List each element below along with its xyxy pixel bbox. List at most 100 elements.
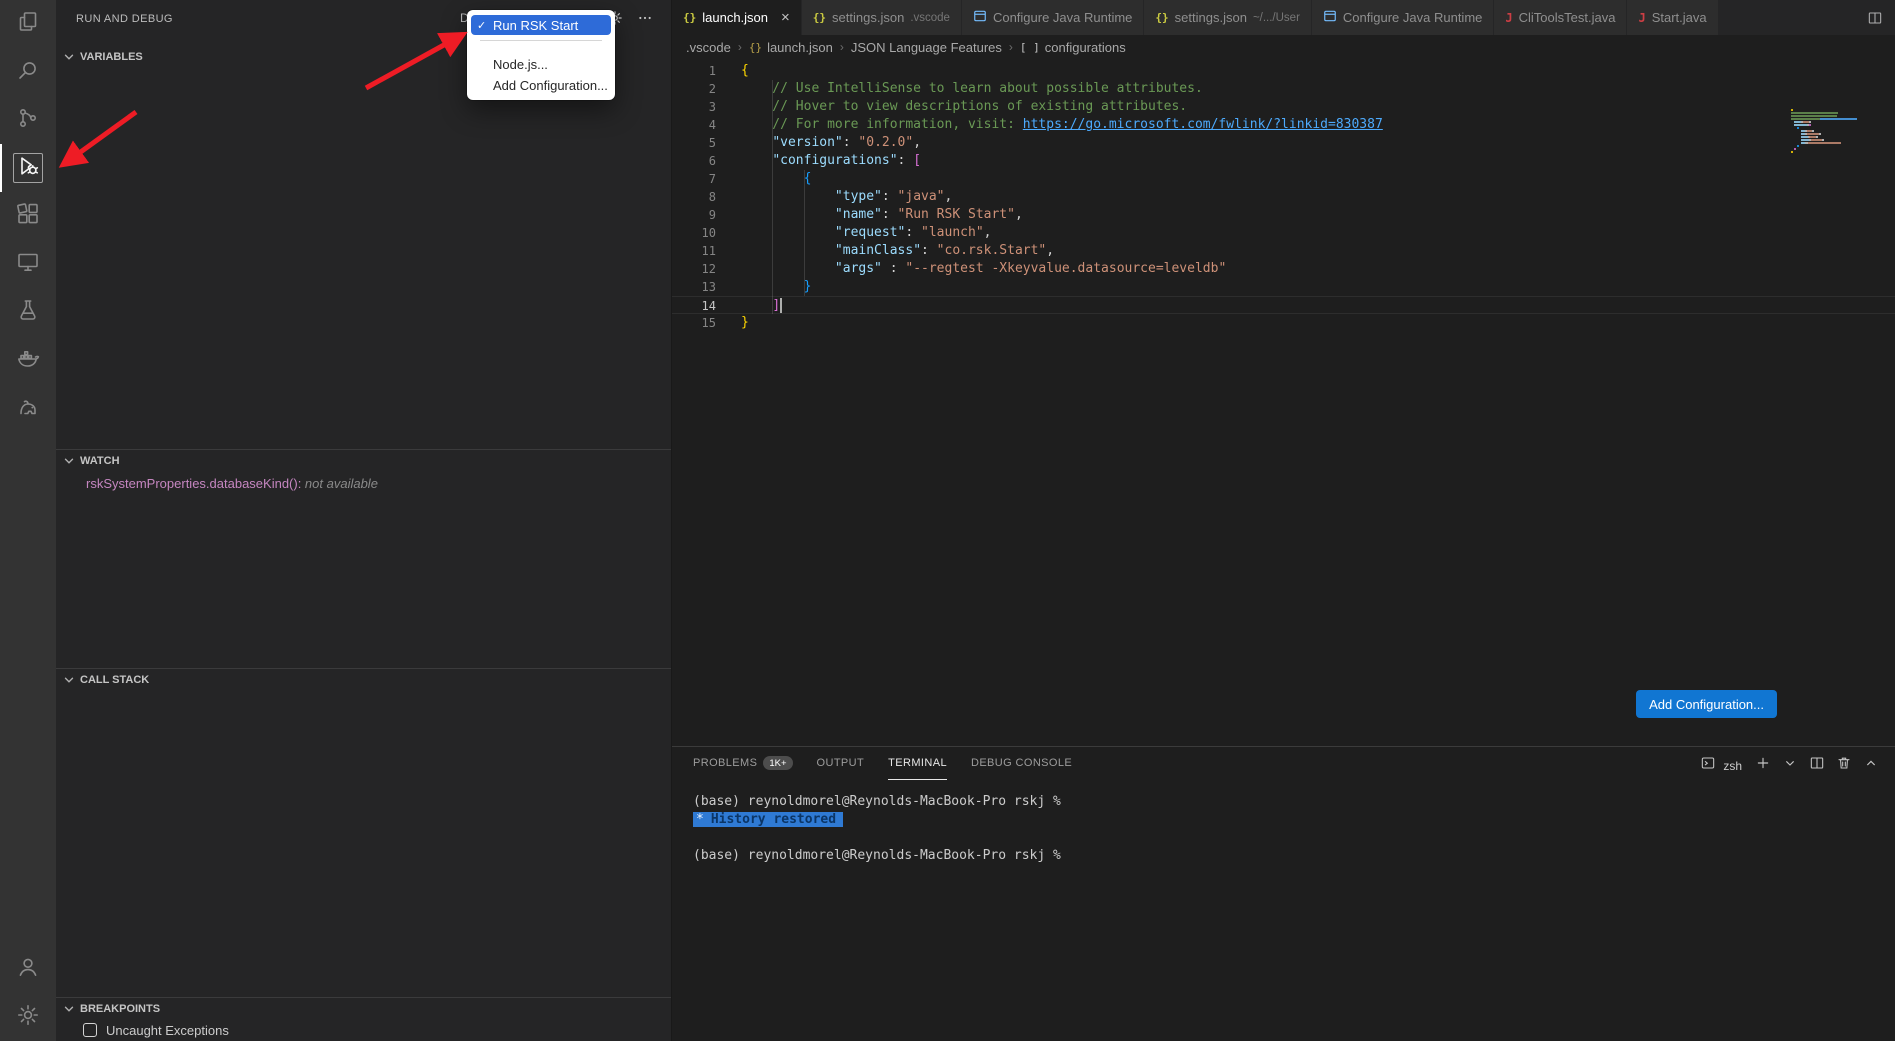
- shell-label[interactable]: zsh: [1723, 759, 1742, 773]
- watch-expression-row[interactable]: rskSystemProperties.databaseKind(): not …: [56, 473, 671, 493]
- tab-settings-json-user[interactable]: {}settings.json~/.../User: [1144, 0, 1312, 35]
- tab-configure-java-runtime[interactable]: Configure Java Runtime: [962, 0, 1144, 35]
- activity-extensions-item[interactable]: [0, 192, 56, 240]
- json-braces-icon: {}: [813, 11, 826, 24]
- beaker-icon: [16, 298, 40, 327]
- line-number[interactable]: 6: [672, 152, 716, 170]
- code-line-8: 8 "type": "java",: [672, 188, 1895, 206]
- check-icon: ✓: [477, 19, 486, 32]
- code-line-9: 9 "name": "Run RSK Start",: [672, 206, 1895, 224]
- tab-start-java[interactable]: JStart.java: [1627, 0, 1718, 35]
- panel-tab-problems[interactable]: PROBLEMS1K+: [693, 747, 793, 780]
- line-number[interactable]: 15: [672, 314, 716, 332]
- bottom-panel: PROBLEMS1K+ OUTPUT TERMINAL DEBUG CONSOLE z…: [672, 746, 1895, 1041]
- menu-separator: [480, 40, 602, 41]
- activity-source-control-item[interactable]: [0, 96, 56, 144]
- add-configuration-button[interactable]: Add Configuration...: [1636, 690, 1777, 718]
- menu-item-node-js[interactable]: Node.js...: [471, 54, 611, 74]
- kill-terminal-trash-icon[interactable]: [1836, 755, 1852, 776]
- breadcrumb-separator: ›: [738, 40, 742, 54]
- code-line-1: 1{: [672, 62, 1895, 80]
- activity-settings-item[interactable]: [0, 993, 56, 1041]
- terminal-line: (base) reynoldmorel@Reynolds-MacBook-Pro…: [693, 847, 1895, 865]
- source-control-icon: [16, 106, 40, 135]
- line-number[interactable]: 3: [672, 98, 716, 116]
- panel-tab-output[interactable]: OUTPUT: [817, 747, 865, 780]
- tab-detail: .vscode: [910, 12, 950, 24]
- code-line-14: 14 ]: [672, 296, 1895, 314]
- line-number[interactable]: 9: [672, 206, 716, 224]
- split-terminal-icon[interactable]: [1809, 755, 1825, 776]
- line-number[interactable]: 5: [672, 134, 716, 152]
- breadcrumb-item-json-language-features[interactable]: JSON Language Features: [851, 40, 1002, 55]
- run-and-debug-sidebar: RUN AND DEBUG D VARIABLES WATCH rskSyste…: [56, 0, 672, 1041]
- views-more-actions-icon[interactable]: [637, 10, 653, 31]
- line-number[interactable]: 12: [672, 260, 716, 278]
- section-breakpoints[interactable]: BREAKPOINTS: [56, 997, 671, 1019]
- json-braces-icon: {}: [749, 41, 762, 54]
- split-editor-icon[interactable]: [1867, 0, 1883, 35]
- new-terminal-icon[interactable]: [1755, 755, 1771, 776]
- line-number[interactable]: 7: [672, 170, 716, 188]
- activity-testing-item[interactable]: [0, 288, 56, 336]
- line-number[interactable]: 13: [672, 278, 716, 296]
- close-icon[interactable]: ×: [781, 10, 790, 25]
- code-line-12: 12 "args" : "--regtest -Xkeyvalue.dataso…: [672, 260, 1895, 278]
- code-line-7: 7 {: [672, 170, 1895, 188]
- tab-clitoolstest-java[interactable]: J CliToolsTest.java: [1494, 0, 1627, 35]
- panel-tab-terminal[interactable]: TERMINAL: [888, 747, 947, 780]
- line-number[interactable]: 8: [672, 188, 716, 206]
- tab-label: settings.json: [832, 10, 904, 25]
- editor-region: {}launch.json×{}settings.json.vscodeConf…: [672, 0, 1895, 746]
- terminal-shell-icon[interactable]: [1700, 755, 1716, 776]
- array-symbol-icon: [ ]: [1020, 41, 1040, 54]
- code-line-6: 6 "configurations": [: [672, 152, 1895, 170]
- tab-settings-json-vscode[interactable]: {} settings.json .vscode: [802, 0, 962, 35]
- code-line-2: 2 // Use IntelliSense to learn about pos…: [672, 80, 1895, 98]
- tab-configure-java-runtime[interactable]: Configure Java Runtime: [1312, 0, 1494, 35]
- tab-label: Configure Java Runtime: [993, 10, 1132, 25]
- minimap[interactable]: [1791, 109, 1883, 154]
- code-line-4: 4 // For more information, visit: https:…: [672, 116, 1895, 134]
- docker-whale-icon: [16, 346, 40, 375]
- terminal-line: [693, 829, 1895, 847]
- line-number[interactable]: 2: [672, 80, 716, 98]
- line-number[interactable]: 11: [672, 242, 716, 260]
- tab-launch-json[interactable]: {}launch.json×: [672, 0, 802, 35]
- terminal-output[interactable]: (base) reynoldmorel@Reynolds-MacBook-Pro…: [672, 780, 1895, 865]
- java-file-icon: J: [1505, 11, 1512, 25]
- search-icon: [16, 58, 40, 87]
- panel-tab-debug-console[interactable]: DEBUG CONSOLE: [971, 747, 1072, 780]
- editor-tab-bar: {}launch.json×{}settings.json.vscodeConf…: [672, 0, 1895, 35]
- activity-accounts-item[interactable]: [0, 945, 56, 993]
- tab-label: Configure Java Runtime: [1343, 10, 1482, 25]
- line-number[interactable]: 1: [672, 62, 716, 80]
- editor-code-area[interactable]: 1{2 // Use IntelliSense to learn about p…: [672, 59, 1895, 746]
- activity-gradle-item[interactable]: [0, 384, 56, 432]
- breadcrumb-separator: ›: [840, 40, 844, 54]
- breadcrumb-item-configurations[interactable]: [ ]configurations: [1020, 40, 1126, 55]
- breadcrumb-item-vscode[interactable]: .vscode: [686, 40, 731, 55]
- activity-run-and-debug-item[interactable]: [0, 144, 56, 192]
- line-number[interactable]: 4: [672, 116, 716, 134]
- json-braces-icon: {}: [1155, 11, 1168, 24]
- maximize-panel-icon[interactable]: [1863, 755, 1879, 776]
- tab-label: settings.json: [1175, 10, 1247, 25]
- vscode-window: RUN AND DEBUG D VARIABLES WATCH rskSyste…: [0, 0, 1895, 1041]
- tab-label: CliToolsTest.java: [1519, 10, 1616, 25]
- menu-item-add-configuration[interactable]: Add Configuration...: [471, 75, 611, 95]
- section-watch[interactable]: WATCH: [56, 449, 671, 471]
- code-line-15: 15}: [672, 314, 1895, 332]
- activity-remote-explorer-item[interactable]: [0, 240, 56, 288]
- line-number[interactable]: 14: [672, 297, 716, 315]
- json-braces-icon: {}: [683, 11, 696, 24]
- uncaught-exceptions-checkbox[interactable]: [83, 1023, 97, 1037]
- terminal-dropdown-icon[interactable]: [1782, 755, 1798, 776]
- activity-search-item[interactable]: [0, 48, 56, 96]
- activity-explorer-item[interactable]: [0, 0, 56, 48]
- activity-docker-item[interactable]: [0, 336, 56, 384]
- menu-item-run-rsk-start[interactable]: ✓Run RSK Start: [471, 15, 611, 35]
- line-number[interactable]: 10: [672, 224, 716, 242]
- breadcrumb-item-launch-json[interactable]: {}launch.json: [749, 40, 833, 55]
- section-call-stack[interactable]: CALL STACK: [56, 668, 671, 690]
